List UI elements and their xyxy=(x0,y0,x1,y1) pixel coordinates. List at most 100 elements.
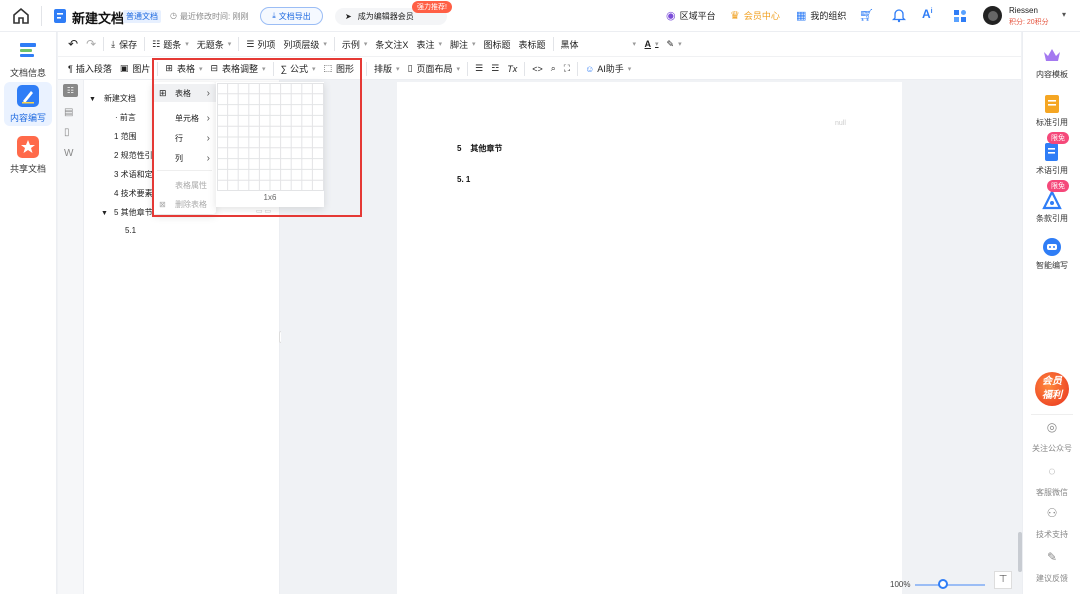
rb-feedback[interactable]: ✎ 建议反馈 xyxy=(1023,550,1080,584)
wechat-icon: ◎ xyxy=(1046,420,1058,434)
no-heading-item-button[interactable]: 无题条 ▾ xyxy=(193,34,236,54)
back-to-top-icon[interactable]: ⊤ xyxy=(994,571,1012,589)
standard-doc-icon xyxy=(1042,94,1062,114)
outline-item-technical[interactable]: 4 技术要素 xyxy=(114,188,153,199)
home-icon[interactable] xyxy=(12,7,30,25)
rb-follow-official[interactable]: ◎ 关注公众号 xyxy=(1023,420,1080,454)
table-title-button[interactable]: 表标题 xyxy=(515,34,550,54)
outline-tool-strip: ☷ ▤ ▯ W xyxy=(58,80,84,594)
headset-icon: ◌ xyxy=(1048,464,1056,478)
search-icon[interactable]: ⌕ xyxy=(547,59,560,79)
nav-content-writing-label: 内容编写 xyxy=(9,113,46,123)
outline-view-icon[interactable]: ☷ xyxy=(63,84,78,97)
page-layout-button[interactable]: ▯ 页面布局 ▾ xyxy=(404,59,464,79)
toolbar-row-1: ↶ ↷ ⤓ 保存 ☷ 题条 ▾ 无题条 ▾ ☰ 列项 列项层级 ▾ 示例 ▾ 条文注X 表注 ▾… xyxy=(58,32,1021,56)
rb-term-ref[interactable]: 术语引用 限免 xyxy=(1023,132,1080,176)
insert-paragraph-button[interactable]: ¶ 插入段落 xyxy=(64,59,116,79)
heading-item-button[interactable]: ☷ 题条 ▾ xyxy=(148,34,193,54)
numbered-list-icon: ☷ xyxy=(152,38,161,49)
left-nav: 文档信息 内容编写 共享文档 xyxy=(0,32,57,594)
rb-clause-ref[interactable]: 条款引用 限免 xyxy=(1023,180,1080,224)
clock-icon: ◷ xyxy=(170,11,177,20)
zoom-control: 100% ⊤ xyxy=(880,571,1020,594)
send-icon: ➤ xyxy=(345,12,352,21)
user-menu-chevron-icon[interactable]: ▾ xyxy=(1062,10,1066,19)
highlight-icon[interactable]: ✎ ▾ xyxy=(663,34,686,54)
rb-standard-ref[interactable]: 标准引用 xyxy=(1023,94,1080,128)
footnote-button[interactable]: 脚注 ▾ xyxy=(446,34,480,54)
cart-icon[interactable]: 🛒︎ xyxy=(859,8,874,22)
doc-title[interactable]: 新建文档 xyxy=(72,8,124,27)
nav-content-writing[interactable]: 内容编写 xyxy=(4,82,52,126)
clear-format-icon[interactable]: Tx xyxy=(503,59,521,79)
scrollbar[interactable] xyxy=(1018,532,1022,572)
export-button[interactable]: ⤓ 文档导出 xyxy=(260,7,323,25)
font-select[interactable]: 黑体 xyxy=(557,34,625,54)
rb-customer-wechat[interactable]: ◌ 客服微信 xyxy=(1023,464,1080,498)
rb-content-template[interactable]: 内容模板 xyxy=(1023,46,1080,80)
right-sidebar: 内容模板 标准引用 术语引用 限免 条款引用 限免 智能编写 会员 福利 ◎ 关注… xyxy=(1018,32,1080,594)
nav-shared-docs[interactable]: 共享文档 xyxy=(4,136,52,176)
code-icon[interactable]: <> xyxy=(528,59,547,79)
outline-item-foreword[interactable]: · 前言 xyxy=(115,112,136,123)
rb-smart-writing[interactable]: 智能编写 xyxy=(1023,237,1080,271)
free-badge: 限免 xyxy=(1047,180,1069,192)
save-button[interactable]: ⤓ 保存 xyxy=(107,34,141,54)
bell-icon[interactable] xyxy=(892,7,906,23)
word-icon[interactable]: W xyxy=(64,148,73,159)
outline-item-normative-refs[interactable]: 2 规范性引 xyxy=(114,150,153,161)
undo-icon[interactable]: ↶ xyxy=(64,34,82,54)
zoom-slider-thumb[interactable] xyxy=(938,579,948,589)
align-left-icon[interactable]: ☰ xyxy=(471,59,487,79)
image-button[interactable]: ▣ 图片 xyxy=(116,59,155,79)
crown-template-icon xyxy=(1042,46,1062,66)
list-level-button[interactable]: 列项层级 ▾ xyxy=(279,34,331,54)
typeset-button[interactable]: 排版 ▾ xyxy=(370,59,404,79)
example-button[interactable]: 示例 ▾ xyxy=(338,34,372,54)
outline-item-terms[interactable]: 3 术语和定 xyxy=(114,169,153,180)
chapter-heading[interactable]: 5 其他章节 xyxy=(457,143,502,154)
document-page[interactable]: null 5 其他章节 5. 1 xyxy=(397,82,902,594)
member-center-link[interactable]: ♛ 会员中心 xyxy=(730,9,780,22)
apps-icon[interactable] xyxy=(953,8,967,23)
table-note-button[interactable]: 表注 ▾ xyxy=(412,34,446,54)
my-org-link[interactable]: ▦ 我的组织 xyxy=(796,9,846,22)
caret-down-icon: ▼ xyxy=(101,210,108,217)
font-size-select[interactable]: ▾ xyxy=(625,34,641,54)
list-item-button[interactable]: ☰ 列项 xyxy=(242,34,279,54)
user-points: 积分: 20积分 xyxy=(1009,19,1049,26)
outline-item-other-chapters[interactable]: ▼ 5 其他章节 xyxy=(101,207,153,218)
clause-note-button[interactable]: 条文注X xyxy=(371,34,412,54)
file-view-icon[interactable]: ▯ xyxy=(64,127,70,138)
font-color-icon[interactable]: A ▾ xyxy=(641,34,663,54)
doc-info-icon xyxy=(17,40,39,62)
paragraph-icon: ¶ xyxy=(68,63,73,74)
line-spacing-icon[interactable]: ☲ xyxy=(487,59,503,79)
feedback-icon: ✎ xyxy=(1046,550,1058,564)
user-name: Riessen xyxy=(1009,6,1038,15)
robot-icon xyxy=(1042,237,1062,257)
ai-bot-icon: ☺ xyxy=(585,63,595,74)
document-icon xyxy=(53,8,67,24)
outline-item-5-1[interactable]: 5.1 xyxy=(125,226,136,235)
outline-root[interactable]: ▼ 新建文档 xyxy=(89,93,136,104)
fullscreen-icon[interactable]: ⛶ xyxy=(560,59,574,79)
layout-view-icon[interactable]: ▤ xyxy=(64,107,73,118)
nav-doc-info[interactable]: 文档信息 xyxy=(4,40,52,80)
rb-tech-support[interactable]: ⚇ 技术支持 xyxy=(1023,506,1080,540)
doc-type-badge: 普通文档 xyxy=(123,10,161,23)
nav-shared-docs-label: 共享文档 xyxy=(9,164,46,174)
redo-icon[interactable]: ↷ xyxy=(82,34,100,54)
figure-title-button[interactable]: 图标题 xyxy=(480,34,515,54)
zoom-track[interactable] xyxy=(915,584,985,586)
crown-icon: ♛ xyxy=(730,10,740,22)
outline-item-scope[interactable]: 1 范围 xyxy=(114,131,137,142)
page-icon: ▯ xyxy=(407,63,413,73)
section-heading[interactable]: 5. 1 xyxy=(457,175,470,184)
ai-icon[interactable]: Ai xyxy=(922,7,933,21)
ai-assistant-button[interactable]: ☺ AI助手 ▾ xyxy=(581,59,635,79)
avatar[interactable] xyxy=(983,6,1002,25)
member-welfare-promo[interactable]: 会员 福利 xyxy=(1035,372,1069,406)
building-icon: ▦ xyxy=(796,10,807,22)
region-platform-link[interactable]: ◉ 区域平台 xyxy=(666,9,716,22)
